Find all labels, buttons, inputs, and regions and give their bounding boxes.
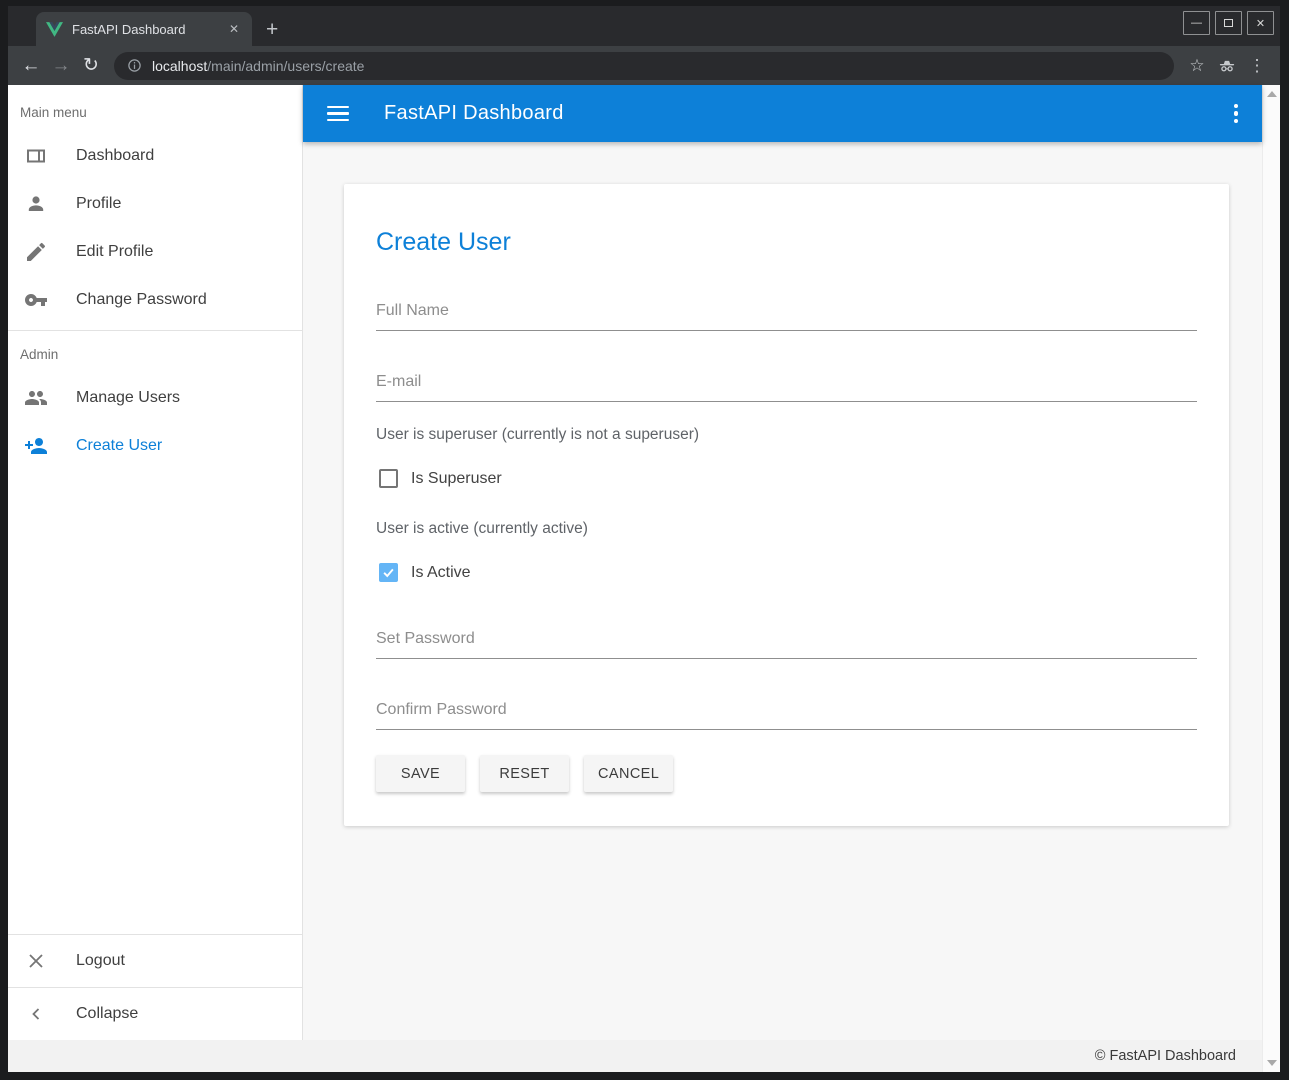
person-icon [24,192,48,216]
superuser-caption: User is superuser (currently is not a su… [376,426,1197,444]
forward-button[interactable]: → [46,51,76,81]
sidebar-item-label: Create User [76,437,162,455]
url-path: /main/admin/users/create [207,58,364,74]
scroll-down-arrow-icon[interactable] [1267,1060,1277,1066]
sidebar-item-edit-profile[interactable]: Edit Profile [8,228,302,276]
full-name-field[interactable]: Full Name [376,302,1197,331]
window-minimize-button[interactable]: — [1183,11,1210,35]
form-actions: SAVE RESET CANCEL [376,755,1197,792]
url-text: localhost/main/admin/users/create [152,58,364,74]
dashboard-icon [24,144,48,168]
is-active-checkbox-row[interactable]: Is Active [379,563,1197,582]
page-info-icon[interactable] [127,58,142,73]
sidebar-item-label: Logout [76,952,125,970]
page-content: Create User Full Name E-mail User is sup… [303,142,1262,1040]
bookmark-star-icon[interactable]: ☆ [1182,51,1212,81]
maximize-icon [1224,19,1233,27]
page-viewport: Main menu Dashboard Profile [8,85,1280,1072]
sidebar-section-main-menu: Main menu [8,95,302,132]
create-user-card: Create User Full Name E-mail User is sup… [344,184,1229,826]
incognito-icon [1212,51,1242,81]
reload-button[interactable]: ↻ [76,51,106,81]
sidebar-item-label: Collapse [76,1005,138,1023]
hamburger-menu-icon[interactable] [327,106,349,122]
tab-strip: FastAPI Dashboard ✕ + — ✕ [8,6,1280,46]
page-footer: © FastAPI Dashboard [8,1040,1262,1072]
browser-toolbar: ← → ↻ localhost/main/admin/users/create … [8,46,1280,85]
app-title: FastAPI Dashboard [384,102,564,125]
sidebar-item-logout[interactable]: Logout [8,935,302,987]
tab-title: FastAPI Dashboard [72,22,226,37]
save-button[interactable]: SAVE [376,755,465,792]
sidebar-item-profile[interactable]: Profile [8,180,302,228]
window-maximize-button[interactable] [1215,11,1242,35]
sidebar-item-change-password[interactable]: Change Password [8,276,302,324]
confirm-password-field[interactable]: Confirm Password [376,701,1197,730]
is-active-label: Is Active [411,564,471,582]
address-bar[interactable]: localhost/main/admin/users/create [114,52,1174,80]
key-icon [24,288,48,312]
browser-tab[interactable]: FastAPI Dashboard ✕ [36,12,252,46]
active-caption: User is active (currently active) [376,520,1197,538]
email-field[interactable]: E-mail [376,373,1197,402]
set-password-field[interactable]: Set Password [376,630,1197,659]
vue-logo-icon [46,22,63,37]
sidebar-divider [8,330,302,331]
sidebar-item-label: Profile [76,195,121,213]
app-menu-kebab-icon[interactable] [1228,98,1245,130]
new-tab-button[interactable]: + [266,19,278,40]
scroll-up-arrow-icon[interactable] [1267,91,1277,97]
is-superuser-checkbox-row[interactable]: Is Superuser [379,469,1197,488]
sidebar-section-admin: Admin [8,337,302,374]
sidebar: Main menu Dashboard Profile [8,85,303,1040]
sidebar-item-create-user[interactable]: Create User [8,422,302,470]
sidebar-item-label: Dashboard [76,147,154,165]
browser-menu-icon[interactable]: ⋮ [1242,51,1272,81]
people-icon [24,386,48,410]
reset-button[interactable]: RESET [480,755,569,792]
is-superuser-label: Is Superuser [411,470,502,488]
person-add-icon [24,434,48,458]
is-superuser-checkbox[interactable] [379,469,398,488]
close-icon [24,949,48,973]
sidebar-item-label: Manage Users [76,389,180,407]
window-controls: — ✕ [1183,11,1274,35]
check-icon [381,565,396,580]
app-bar: FastAPI Dashboard [303,85,1262,142]
sidebar-item-collapse[interactable]: Collapse [8,988,302,1040]
tab-close-icon[interactable]: ✕ [226,22,242,36]
cancel-button[interactable]: CANCEL [584,755,673,792]
pencil-icon [24,240,48,264]
sidebar-item-label: Edit Profile [76,243,153,261]
chevron-left-icon [24,1002,48,1026]
sidebar-item-manage-users[interactable]: Manage Users [8,374,302,422]
sidebar-item-dashboard[interactable]: Dashboard [8,132,302,180]
url-host: localhost [152,58,207,74]
is-active-checkbox[interactable] [379,563,398,582]
page-scrollbar[interactable] [1262,85,1280,1072]
sidebar-item-label: Change Password [76,291,207,309]
back-button[interactable]: ← [16,51,46,81]
page-title: Create User [376,228,1197,257]
window-close-button[interactable]: ✕ [1247,11,1274,35]
copyright-text: © FastAPI Dashboard [1095,1048,1236,1064]
browser-window: FastAPI Dashboard ✕ + — ✕ ← → ↻ localhos… [0,0,1289,1080]
main-area: FastAPI Dashboard Create User Full Name … [303,85,1262,1040]
